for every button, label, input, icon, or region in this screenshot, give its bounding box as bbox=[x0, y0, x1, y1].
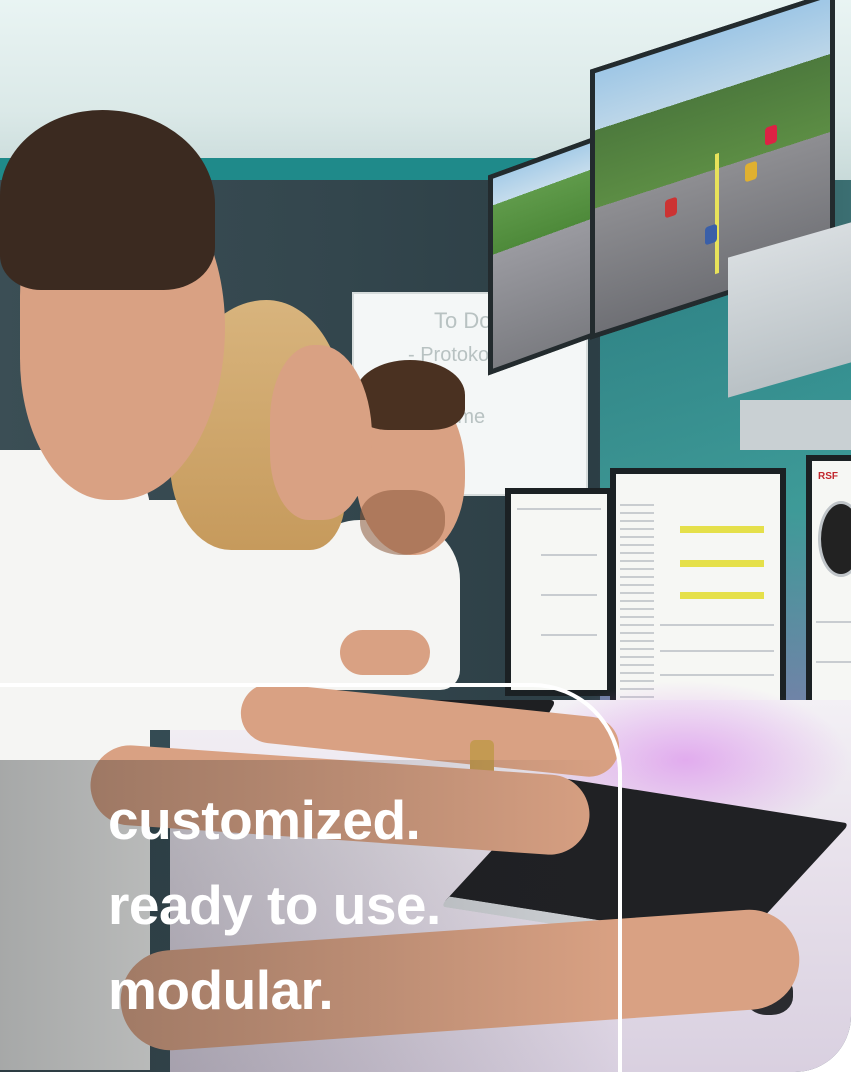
timeline-bar bbox=[680, 592, 764, 599]
shelf bbox=[740, 400, 851, 450]
whiteboard-text-1: To Do bbox=[434, 308, 492, 333]
person-right-hair bbox=[355, 360, 465, 430]
ui-line bbox=[541, 554, 597, 556]
brand-logo: RSF bbox=[818, 471, 838, 482]
timeline-bar bbox=[680, 526, 764, 533]
headline-line-modular: modular. bbox=[108, 959, 334, 1021]
ui-line bbox=[541, 594, 597, 596]
ui-line bbox=[660, 674, 774, 676]
monitor-left bbox=[505, 488, 613, 696]
ui-line bbox=[816, 621, 851, 623]
person-right-beard bbox=[360, 490, 445, 555]
photo-scene: To Do - Protokoll ung nahme bbox=[0, 0, 851, 1072]
headline-line-ready-to-use: ready to use. bbox=[108, 874, 441, 936]
ui-line bbox=[541, 634, 597, 636]
headline-line-customized: customized. bbox=[108, 789, 421, 851]
speedometer-gauge bbox=[818, 501, 851, 577]
ui-line bbox=[660, 624, 774, 626]
monitor-left-screen bbox=[511, 494, 607, 690]
ui-line bbox=[816, 661, 851, 663]
person-right-arm bbox=[340, 630, 430, 675]
ui-line bbox=[660, 650, 774, 652]
timeline-bar bbox=[680, 560, 764, 567]
headline: customized. ready to use. modular. bbox=[108, 778, 441, 1033]
lane-marking bbox=[715, 152, 719, 275]
ui-line bbox=[517, 508, 601, 510]
